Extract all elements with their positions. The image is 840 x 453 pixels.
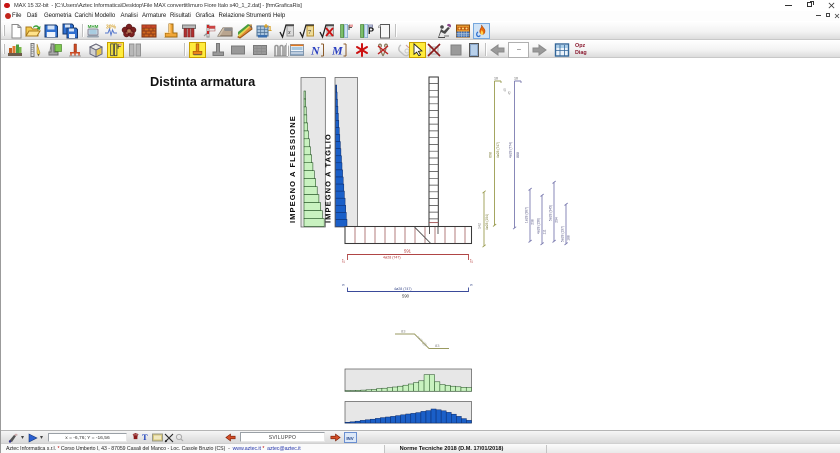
svg-text:9: 9 [470,284,474,286]
svg-text:45: 45 [508,91,512,95]
svg-text:4ø28 (747): 4ø28 (747) [394,287,412,291]
svg-text:4ø28 (104): 4ø28 (104) [485,214,489,230]
svg-text:83: 83 [401,329,406,334]
svg-text:10: 10 [514,77,518,81]
svg-text:27: 27 [342,259,346,263]
svg-text:294: 294 [555,217,559,223]
svg-text:238: 238 [531,219,535,225]
svg-text:83: 83 [435,343,440,348]
svg-text:188: 188 [567,235,571,241]
svg-text:591: 591 [404,249,412,254]
svg-text:1ø28 (387): 1ø28 (387) [525,207,529,223]
svg-text:111: 111 [543,229,547,234]
svg-text:27: 27 [470,259,474,263]
svg-text:4ø28 (156): 4ø28 (156) [537,218,541,234]
svg-text:Distinta armatura: Distinta armatura [150,74,256,89]
svg-text:888: 888 [516,152,520,158]
svg-text:IMPEGNO A FLESSIONE: IMPEGNO A FLESSIONE [288,115,297,223]
svg-text:30%: 30% [105,25,116,31]
svg-text:5ø28 (345): 5ø28 (345) [549,205,553,221]
svg-text:9: 9 [342,284,346,286]
svg-text:590: 590 [402,294,410,299]
svg-text:1: 1 [268,26,272,33]
svg-text:4ø28 (747): 4ø28 (747) [383,256,401,260]
svg-text:x: x [287,30,291,36]
svg-text:4ø28 (747): 4ø28 (747) [496,142,500,158]
svg-text:10: 10 [494,77,498,81]
svg-text:IMPEGNO A TAGLIO: IMPEGNO A TAGLIO [324,133,333,223]
svg-text:N: N [310,44,321,58]
svg-text:4ø28 (774): 4ø28 (774) [509,142,513,158]
svg-text:698: 698 [489,152,493,158]
svg-text:45: 45 [503,88,507,92]
svg-text:142: 142 [478,223,482,229]
svg-text:M: M [332,44,343,58]
svg-text:5ø28 (197): 5ø28 (197) [561,226,565,242]
svg-text:MHM: MHM [88,24,99,29]
